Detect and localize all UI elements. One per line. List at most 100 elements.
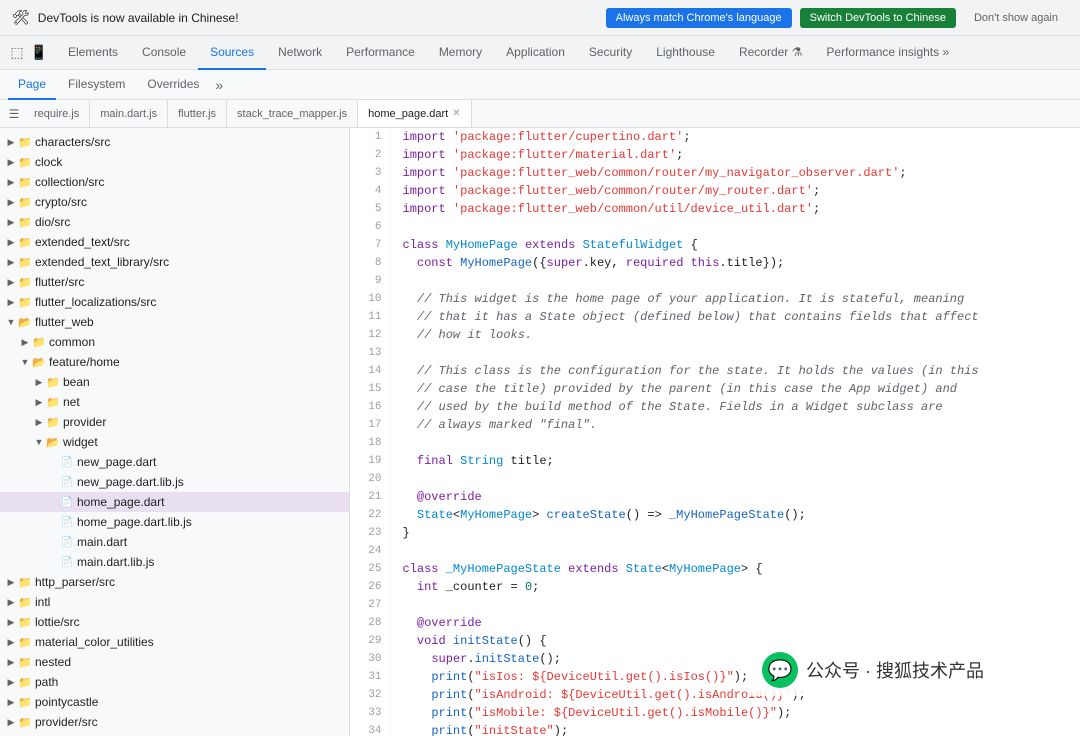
tab-performance-insights[interactable]: Performance insights » [814, 36, 961, 70]
code-line-12: 12 // how it looks. [350, 326, 1080, 344]
folder-icon: 📁 [18, 235, 32, 249]
dont-show-button[interactable]: Don't show again [964, 8, 1068, 28]
tree-item-collection[interactable]: ▶ 📁 collection/src [0, 172, 349, 192]
tab-application[interactable]: Application [494, 36, 577, 70]
tree-item-path[interactable]: ▶ 📁 path [0, 672, 349, 692]
tree-item-clock[interactable]: ▶ 📁 clock [0, 152, 349, 172]
tab-recorder[interactable]: Recorder ⚗ [727, 36, 814, 70]
tab-console[interactable]: Console [130, 36, 198, 70]
tree-item-flutter-web[interactable]: ▼ 📂 flutter_web [0, 312, 349, 332]
folder-arrow-icon: ▶ [4, 715, 18, 729]
folder-icon: 📂 [32, 355, 46, 369]
tree-item-common[interactable]: ▶ 📁 common [0, 332, 349, 352]
code-editor[interactable]: 1 import 'package:flutter/cupertino.dart… [350, 128, 1080, 736]
tree-item-extended-text[interactable]: ▶ 📁 extended_text/src [0, 232, 349, 252]
tree-item-material-color[interactable]: ▶ 📁 material_color_utilities [0, 632, 349, 652]
main-toolbar: ⬚ 📱 Elements Console Sources Network Per… [0, 36, 1080, 70]
tree-item-home-page-dart[interactable]: 📄 home_page.dart [0, 492, 349, 512]
tree-item-provider[interactable]: ▶ 📁 provider [0, 412, 349, 432]
tree-item-flutter-localizations[interactable]: ▶ 📁 flutter_localizations/src [0, 292, 349, 312]
tree-item-pointycastle[interactable]: ▶ 📁 pointycastle [0, 692, 349, 712]
tree-item-widget[interactable]: ▼ 📂 widget [0, 432, 349, 452]
tree-item-label: bean [63, 375, 90, 389]
file-tree-panel: ▶ 📁 characters/src ▶ 📁 clock ▶ 📁 collect… [0, 128, 350, 736]
file-tab-home-page-dart[interactable]: home_page.dart ✕ [358, 100, 472, 128]
folder-arrow-icon: ▶ [4, 215, 18, 229]
tree-item-bean[interactable]: ▶ 📁 bean [0, 372, 349, 392]
tree-item-label: extended_text/src [35, 235, 130, 249]
folder-icon: 📁 [18, 715, 32, 729]
code-line-16: 16 // used by the build method of the St… [350, 398, 1080, 416]
sub-tab-overrides[interactable]: Overrides [137, 70, 209, 100]
tree-item-new-page-dart[interactable]: 📄 new_page.dart [0, 452, 349, 472]
tree-item-provider-src[interactable]: ▶ 📁 provider/src [0, 712, 349, 732]
tree-item-intl[interactable]: ▶ 📁 intl [0, 592, 349, 612]
folder-arrow-icon: ▶ [4, 235, 18, 249]
tree-item-net[interactable]: ▶ 📁 net [0, 392, 349, 412]
sub-tab-filesystem[interactable]: Filesystem [58, 70, 135, 100]
code-line-30: 30 super.initState(); [350, 650, 1080, 668]
file-icon: 📄 [60, 535, 74, 549]
tree-item-dio[interactable]: ▶ 📁 dio/src [0, 212, 349, 232]
code-line-32: 32 print("isAndroid: ${DeviceUtil.get().… [350, 686, 1080, 704]
sub-tabs-more-icon[interactable]: » [215, 77, 223, 93]
tree-item-characters[interactable]: ▶ 📁 characters/src [0, 132, 349, 152]
tree-item-extended-text-lib[interactable]: ▶ 📁 extended_text_library/src [0, 252, 349, 272]
code-line-22: 22 State<MyHomePage> createState() => _M… [350, 506, 1080, 524]
sub-tab-page[interactable]: Page [8, 70, 56, 100]
tree-item-nested[interactable]: ▶ 📁 nested [0, 652, 349, 672]
folder-arrow-icon: ▼ [4, 315, 18, 329]
tree-item-crypto[interactable]: ▶ 📁 crypto/src [0, 192, 349, 212]
tree-item-label: characters/src [35, 135, 110, 149]
file-tab-require-js[interactable]: require.js [24, 100, 90, 128]
tab-elements[interactable]: Elements [56, 36, 130, 70]
device-icon[interactable]: 📱 [30, 44, 48, 62]
tab-performance[interactable]: Performance [334, 36, 427, 70]
tree-item-home-page-dart-lib[interactable]: 📄 home_page.dart.lib.js [0, 512, 349, 532]
tree-item-label: material_color_utilities [35, 635, 154, 649]
file-tab-label: require.js [34, 108, 79, 120]
code-table: 1 import 'package:flutter/cupertino.dart… [350, 128, 1080, 736]
code-line-18: 18 [350, 434, 1080, 452]
code-line-26: 26 int _counter = 0; [350, 578, 1080, 596]
file-icon: 📄 [60, 555, 74, 569]
code-line-34: 34 print("initState"); [350, 722, 1080, 736]
tree-item-new-page-dart-lib[interactable]: 📄 new_page.dart.lib.js [0, 472, 349, 492]
file-spacer [46, 475, 60, 489]
folder-arrow-icon: ▶ [32, 395, 46, 409]
file-tab-list-icon[interactable]: ☰ [4, 100, 24, 128]
code-line-20: 20 [350, 470, 1080, 488]
folder-arrow-icon: ▶ [4, 635, 18, 649]
code-line-6: 6 [350, 218, 1080, 236]
close-tab-icon[interactable]: ✕ [452, 108, 460, 119]
tree-item-flutter[interactable]: ▶ 📁 flutter/src [0, 272, 349, 292]
inspect-icon[interactable]: ⬚ [8, 44, 26, 62]
tree-item-http-parser[interactable]: ▶ 📁 http_parser/src [0, 572, 349, 592]
tab-security[interactable]: Security [577, 36, 644, 70]
tree-item-label: extended_text_library/src [35, 255, 169, 269]
tab-memory[interactable]: Memory [427, 36, 494, 70]
tree-item-label: path [35, 675, 58, 689]
folder-icon: 📂 [18, 315, 32, 329]
file-spacer [46, 455, 60, 469]
code-line-4: 4 import 'package:flutter_web/common/rou… [350, 182, 1080, 200]
tree-item-feature-home[interactable]: ▼ 📂 feature/home [0, 352, 349, 372]
match-language-button[interactable]: Always match Chrome's language [606, 8, 792, 28]
file-tab-flutter-js[interactable]: flutter.js [168, 100, 227, 128]
tree-item-main-dart-lib[interactable]: 📄 main.dart.lib.js [0, 552, 349, 572]
tree-item-lottie[interactable]: ▶ 📁 lottie/src [0, 612, 349, 632]
code-line-9: 9 [350, 272, 1080, 290]
tree-item-label: flutter/src [35, 275, 84, 289]
file-spacer [46, 495, 60, 509]
tree-item-main-dart[interactable]: 📄 main.dart [0, 532, 349, 552]
tab-lighthouse[interactable]: Lighthouse [644, 36, 727, 70]
tab-sources[interactable]: Sources [198, 36, 266, 70]
tab-network[interactable]: Network [266, 36, 334, 70]
file-tab-stack-trace[interactable]: stack_trace_mapper.js [227, 100, 358, 128]
switch-to-chinese-button[interactable]: Switch DevTools to Chinese [800, 8, 956, 28]
code-panel: 1 import 'package:flutter/cupertino.dart… [350, 128, 1080, 736]
file-tab-main-dart-js[interactable]: main.dart.js [90, 100, 168, 128]
file-tab-label: main.dart.js [100, 108, 157, 120]
devtools-icon: 🛠 [12, 9, 30, 26]
folder-icon: 📁 [46, 375, 60, 389]
